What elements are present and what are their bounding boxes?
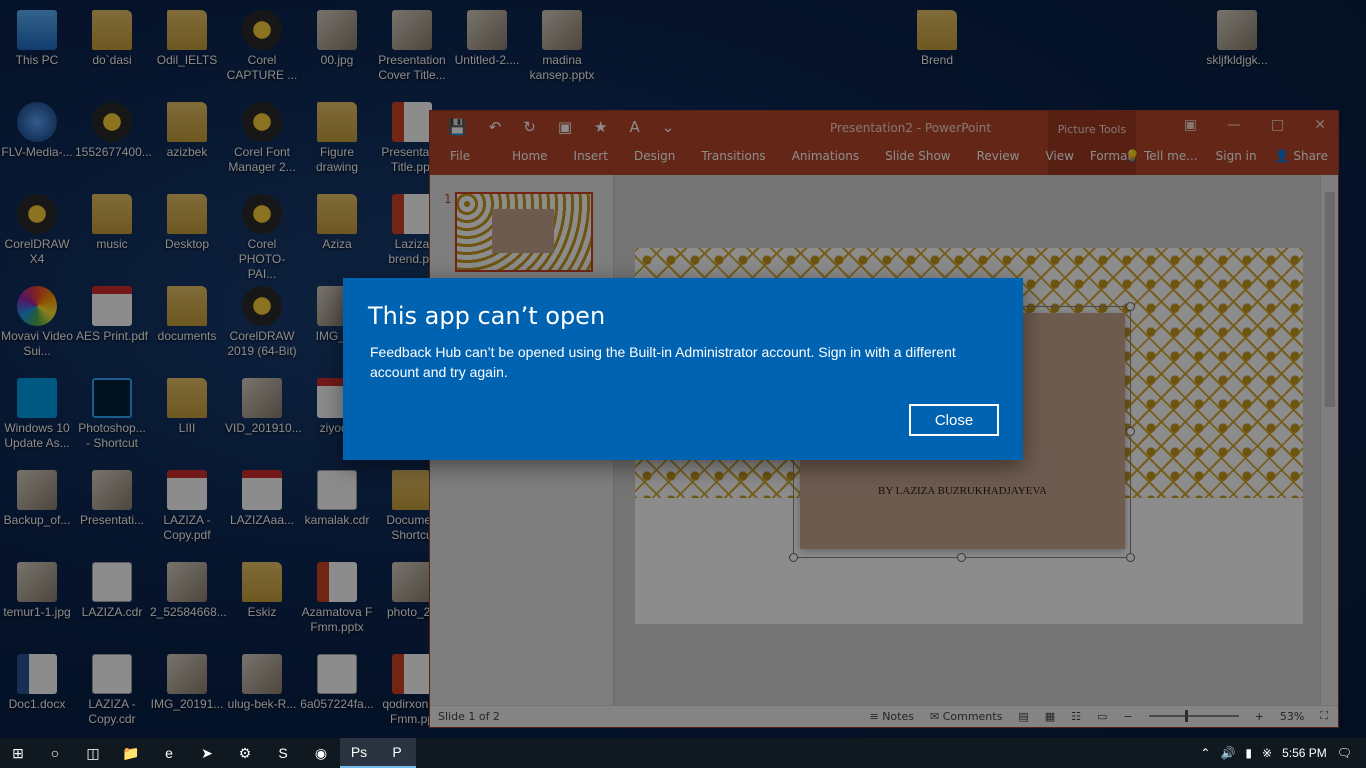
settings-icon[interactable]: ⚙ <box>226 738 264 768</box>
dialog-message: Feedback Hub can’t be opened using the B… <box>370 344 956 380</box>
photoshop-icon[interactable]: Ps <box>340 738 378 768</box>
notifications-icon[interactable]: 🗨 <box>1337 746 1352 760</box>
task-view-icon[interactable]: ◫ <box>74 738 112 768</box>
sublime-icon[interactable]: S <box>264 738 302 768</box>
show-hidden-icon[interactable]: ⌃ <box>1200 746 1210 760</box>
clock[interactable]: 5:56 PM <box>1282 746 1327 760</box>
close-button[interactable]: Close <box>909 404 999 436</box>
windows-start-icon[interactable]: ⊞ <box>0 738 36 768</box>
app-cant-open-dialog: This app can’t open Feedback Hub can’t b… <box>343 278 1023 460</box>
edge-icon[interactable]: e <box>150 738 188 768</box>
system-tray: ⌃ 🔊 ▮ ※ 5:56 PM 🗨 <box>1200 738 1366 768</box>
telegram-icon[interactable]: ➤ <box>188 738 226 768</box>
battery-icon[interactable]: ▮ <box>1245 746 1252 760</box>
cortana-icon[interactable]: ○ <box>36 738 74 768</box>
powerpoint-icon[interactable]: P <box>378 738 416 768</box>
chrome-icon[interactable]: ◉ <box>302 738 340 768</box>
dialog-title: This app can’t open <box>368 302 606 330</box>
network-icon[interactable]: ※ <box>1262 746 1272 760</box>
taskbar: ⊞ ○ ◫ 📁 e ➤ ⚙ S ◉ Ps P ⌃ 🔊 ▮ ※ 5:56 PM 🗨 <box>0 738 1366 768</box>
file-explorer-icon[interactable]: 📁 <box>112 738 150 768</box>
volume-icon[interactable]: 🔊 <box>1220 746 1235 760</box>
